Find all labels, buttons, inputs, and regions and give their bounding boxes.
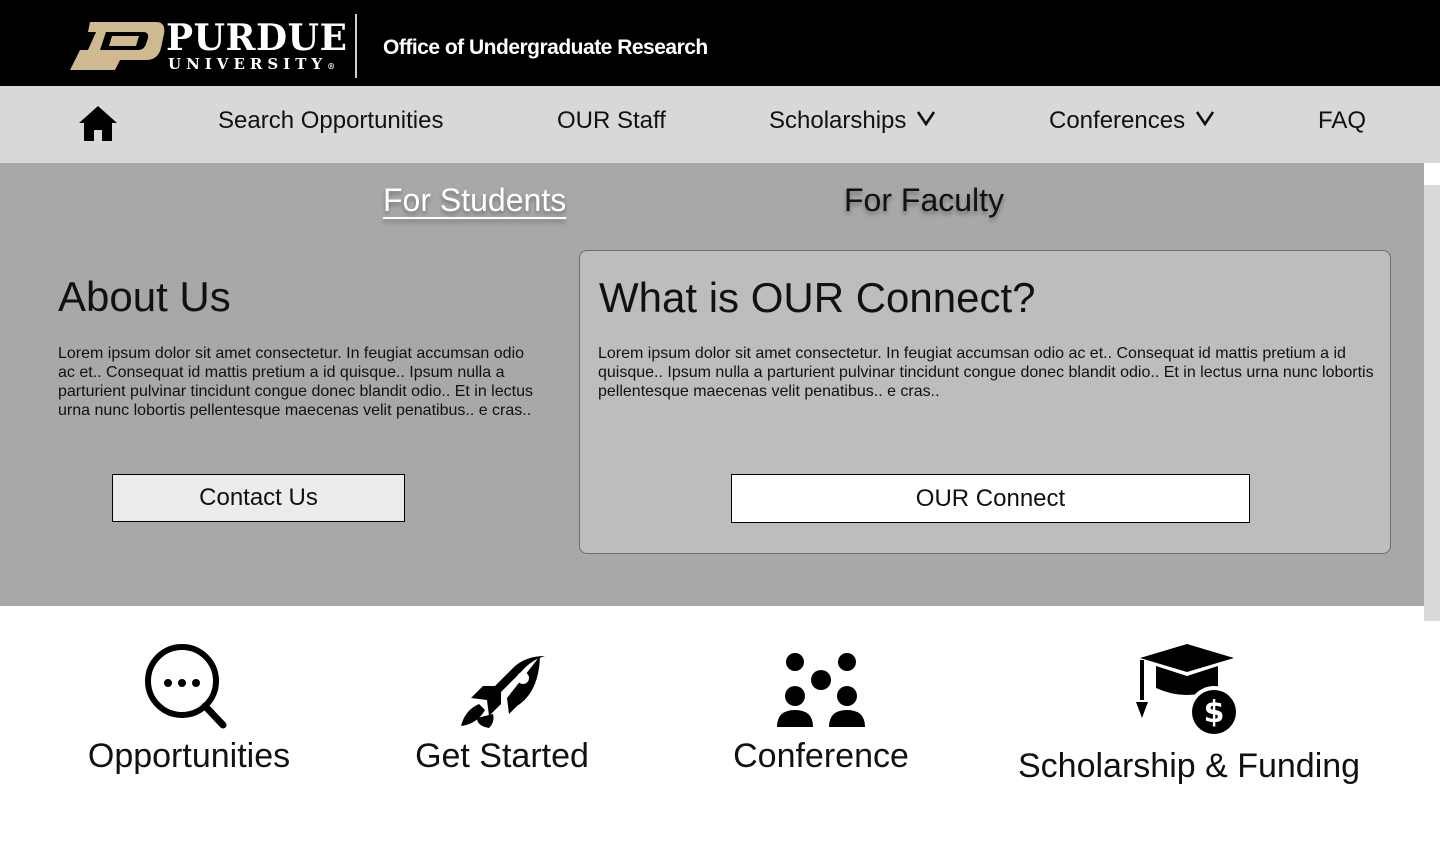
nav-item-faq[interactable]: FAQ	[1318, 106, 1366, 136]
people-group-icon	[777, 653, 865, 727]
nav-item-search-opportunities[interactable]: Search Opportunities	[218, 106, 443, 136]
about-us-heading: About Us	[58, 273, 231, 320]
feature-opportunities[interactable]: Opportunities	[84, 640, 294, 776]
home-icon[interactable]	[78, 103, 118, 143]
nav-item-our-staff[interactable]: OUR Staff	[557, 106, 666, 136]
feature-label: Get Started	[415, 737, 589, 775]
tab-for-students[interactable]: For Students	[383, 180, 566, 220]
feature-conference[interactable]: Conference	[723, 640, 919, 776]
our-connect-heading: What is OUR Connect?	[599, 274, 1036, 321]
feature-scholarship-funding[interactable]: $ Scholarship & Funding	[1018, 640, 1361, 786]
header-divider	[355, 14, 357, 78]
search-dots-icon	[145, 644, 227, 729]
feature-label: Conference	[733, 737, 909, 775]
brand-name: PURDUE	[166, 17, 348, 59]
about-us-text: Lorem ipsum dolor sit amet consectetur. …	[58, 345, 533, 419]
brand-subtitle: UNIVERSITY®	[168, 55, 336, 73]
our-connect-button[interactable]: OUR Connect	[731, 474, 1250, 523]
chevron-down-icon	[1195, 111, 1215, 126]
nav-item-scholarships[interactable]: Scholarships	[769, 106, 936, 136]
feature-get-started[interactable]: Get Started	[402, 640, 602, 776]
office-title: Office of Undergraduate Research	[383, 36, 708, 59]
registered-mark: ®	[327, 61, 336, 71]
nav-item-conferences[interactable]: Conferences	[1049, 106, 1215, 136]
our-connect-card: What is OUR Connect? Lorem ipsum dolor s…	[579, 250, 1391, 554]
site-header: PURDUE UNIVERSITY® Office of Undergradua…	[0, 0, 1440, 86]
rocket-icon	[461, 656, 545, 728]
main-nav: Search Opportunities OUR Staff Scholarsh…	[0, 86, 1440, 163]
graduation-cap-dollar-icon: $	[1136, 644, 1240, 738]
chevron-down-icon	[917, 111, 936, 126]
feature-label: Opportunities	[87, 737, 291, 775]
purdue-p-logo[interactable]	[68, 20, 168, 72]
our-connect-text: Lorem ipsum dolor sit amet consectetur. …	[598, 345, 1374, 400]
scrollbar[interactable]	[1424, 185, 1440, 621]
tab-for-faculty[interactable]: For Faculty	[844, 180, 1004, 220]
svg-text:$: $	[1204, 695, 1225, 730]
feature-label: Scholarship & Funding	[1018, 747, 1361, 785]
contact-us-button[interactable]: Contact Us	[112, 474, 405, 522]
